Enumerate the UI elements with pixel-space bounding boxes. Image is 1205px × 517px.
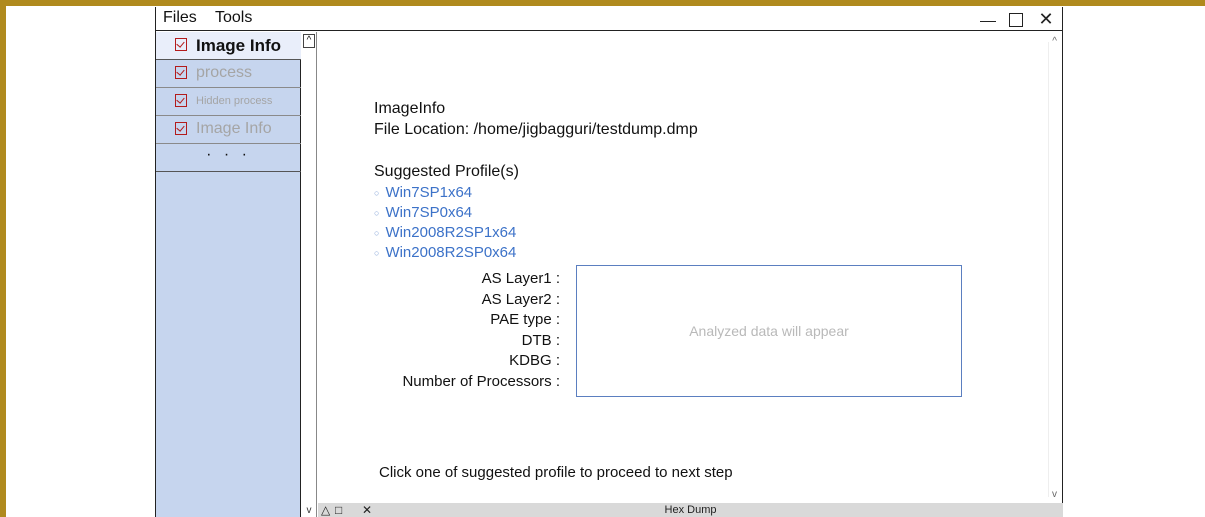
hint-text: Click one of suggested profile to procee… [379,464,733,481]
menu-files[interactable]: Files [163,9,197,27]
bullet-icon: ○ [374,248,380,259]
window-frame-left [0,0,6,517]
main-scrollbar[interactable] [1048,42,1049,497]
field-label-as-layer1: AS Layer1 : [481,270,560,287]
hex-dump-panel-bar: △ □ ✕ Hex Dump [318,503,1063,517]
profile-link[interactable]: ○ Win7SP0x64 [374,203,516,223]
profile-link[interactable]: ○ Win7SP1x64 [374,183,516,203]
checkbox-icon [175,122,187,135]
field-label-kdbg: KDBG : [509,352,560,369]
field-label-num-processors: Number of Processors : [402,372,560,390]
profile-label: Win2008R2SP1x64 [385,224,517,242]
sidebar-item-label: Image Info [196,120,272,137]
sidebar-more-button[interactable]: · · · [156,144,301,172]
field-label-pae-type: PAE type : [490,311,560,328]
window-frame-top [0,0,1205,6]
minimize-button[interactable] [976,7,1000,31]
scroll-up-icon[interactable]: ^ [1052,36,1057,47]
suggested-profiles-heading: Suggested Profile(s) [374,163,519,180]
profile-list: ○ Win7SP1x64 ○ Win7SP0x64 ○ Win2008R2SP1x64… [374,183,516,263]
field-label-dtb: DTB : [521,331,560,349]
profile-label: Win2008R2SP0x64 [385,244,517,262]
close-button[interactable]: ✕ [1034,7,1058,31]
sidebar: Image Info process Hidden process Image … [156,32,301,517]
bullet-icon: ○ [374,228,380,239]
sidebar-item-hidden-process[interactable]: Hidden process [156,88,301,116]
page-title: ImageInfo [374,100,446,117]
minimize-icon [980,20,996,22]
sidebar-item-label: Hidden process [196,95,273,107]
panel-title: Hex Dump [664,504,717,516]
profile-label: Win7SP1x64 [385,184,473,201]
field-label-as-layer2: AS Layer2 : [481,290,560,308]
field-labels: AS Layer1 : AS Layer2 : PAE type : DTB :… [380,269,560,392]
bullet-icon: ○ [374,208,380,219]
checkbox-icon [175,38,187,51]
sidebar-item-image-info-2[interactable]: Image Info [156,116,301,144]
profile-link[interactable]: ○ Win2008R2SP1x64 [374,223,516,243]
menu-bar: Files Tools ✕ [156,7,1062,31]
sidebar-scrollbar[interactable]: ^ v [301,32,317,517]
scroll-down-icon[interactable]: v [1052,489,1057,500]
maximize-icon [1009,13,1023,28]
sidebar-item-label: process [196,64,253,81]
scroll-up-icon[interactable]: ^ [303,34,315,48]
profile-link[interactable]: ○ Win2008R2SP0x64 [374,243,516,263]
sidebar-item-process[interactable]: process [156,60,301,88]
menu-tools[interactable]: Tools [215,9,252,27]
maximize-button[interactable] [1004,7,1028,31]
app-window: Files Tools ✕ Image Info process Hidden … [155,7,1063,517]
checkbox-icon [175,66,187,79]
sidebar-item-image-info[interactable]: Image Info [156,32,301,60]
file-location: File Location: /home/jigbagguri/testdump… [374,121,698,138]
checkbox-icon [175,94,187,107]
profile-label: Win7SP0x64 [385,204,473,222]
close-icon: ✕ [1038,9,1054,29]
main-panel: ^ v ImageInfo File Location: /home/jigba… [318,32,1063,504]
sidebar-item-label: Image Info [196,36,282,55]
scroll-down-icon[interactable]: v [303,505,315,517]
analysis-placeholder: Analyzed data will appear [689,323,849,339]
analysis-output-box: Analyzed data will appear [576,265,962,397]
bullet-icon: ○ [374,188,380,199]
